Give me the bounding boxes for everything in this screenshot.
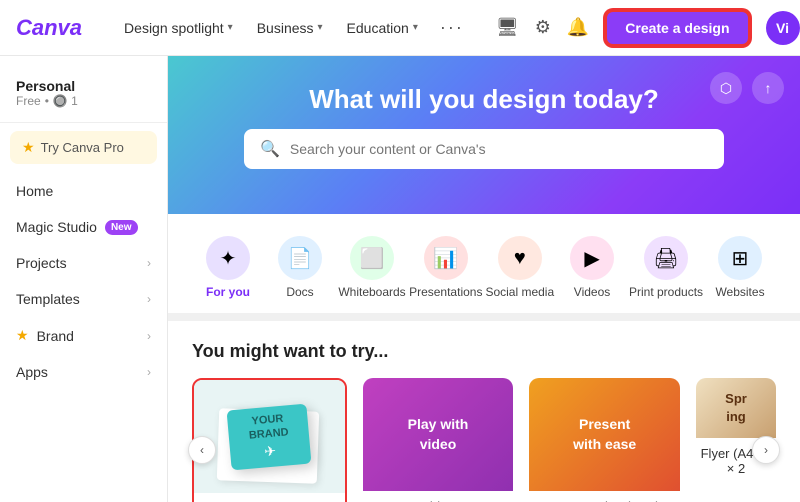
category-websites[interactable]: ⊞ Websites	[704, 230, 776, 305]
create-design-button[interactable]: Create a design	[605, 10, 749, 46]
category-docs[interactable]: 📄 Docs	[264, 230, 336, 305]
category-print-products[interactable]: 🖨 Print products	[628, 230, 704, 305]
hero-icons: ⬡ ↑	[710, 72, 784, 104]
nav-more-button[interactable]: ···	[432, 11, 472, 44]
frame-icon[interactable]: ⬡	[710, 72, 742, 104]
card-video[interactable]: Play withvideo Video	[363, 378, 514, 502]
docs-icon: 📄	[278, 236, 322, 280]
header-right: 🖥 ⚙ 🔔 Create a design Vi	[496, 10, 800, 46]
try-canva-pro-button[interactable]: ★ Try Canva Pro	[10, 131, 157, 164]
chevron-right-icon: ›	[147, 292, 151, 306]
videos-icon: ▶	[570, 236, 614, 280]
chevron-down-icon: ▾	[318, 22, 323, 33]
websites-icon: ⊞	[718, 236, 762, 280]
suggestion-cards: ‹ YOURBRAND ✈ Logo	[192, 378, 776, 502]
chevron-right-icon: ›	[147, 256, 151, 270]
sidebar-item-templates[interactable]: Templates ›	[0, 282, 167, 316]
hero-title: What will you design today?	[200, 84, 768, 115]
app-layout: Personal Free • 🔘 1 ★ Try Canva Pro Home…	[0, 56, 800, 502]
presentation-card-thumbnail: Presentwith ease	[529, 378, 680, 491]
category-presentations[interactable]: 📊 Presentations	[408, 230, 484, 305]
chevron-right-icon: ›	[147, 329, 151, 343]
card-logo[interactable]: YOURBRAND ✈ Logo	[192, 378, 347, 502]
header: Canva Design spotlight ▾ Business ▾ Educ…	[0, 0, 800, 56]
logo-card-thumbnail: YOURBRAND ✈	[194, 380, 345, 493]
search-icon: 🔍	[260, 139, 280, 159]
logo[interactable]: Canva	[16, 15, 82, 41]
sidebar-item-apps[interactable]: Apps ›	[0, 355, 167, 389]
search-input[interactable]	[290, 141, 708, 157]
main-nav: Design spotlight ▾ Business ▾ Education …	[114, 11, 472, 44]
chevron-down-icon: ▾	[413, 22, 418, 33]
sidebar: Personal Free • 🔘 1 ★ Try Canva Pro Home…	[0, 56, 168, 502]
category-social-media[interactable]: ♥ Social media	[484, 230, 557, 305]
chevron-right-icon: ›	[147, 365, 151, 379]
category-videos[interactable]: ▶ Videos	[556, 230, 628, 305]
suggestions-section: You might want to try... ‹ YOURBRAND ✈	[168, 321, 800, 502]
category-for-you[interactable]: ✦ For you	[192, 230, 264, 305]
for-you-icon: ✦	[206, 236, 250, 280]
main-content: ⬡ ↑ What will you design today? 🔍 ✦ For …	[168, 56, 800, 502]
sidebar-item-brand[interactable]: ★ Brand ›	[0, 318, 167, 353]
search-bar: 🔍	[244, 129, 724, 169]
flyer-card-thumbnail: Spring	[696, 378, 776, 438]
chevron-down-icon: ▾	[228, 22, 233, 33]
hero-banner: ⬡ ↑ What will you design today? 🔍	[168, 56, 800, 214]
star-icon: ★	[22, 139, 35, 156]
profile-name: Personal	[16, 78, 151, 94]
star-icon: ★	[16, 327, 29, 344]
sidebar-item-home[interactable]: Home	[0, 174, 167, 208]
nav-education[interactable]: Education ▾	[337, 14, 428, 42]
sidebar-item-projects[interactable]: Projects ›	[0, 246, 167, 280]
cards-prev-button[interactable]: ‹	[188, 436, 216, 464]
category-bar: ✦ For you 📄 Docs ⬜ Whiteboards 📊 Present…	[168, 214, 800, 313]
monitor-icon[interactable]: 🖥	[496, 17, 519, 38]
video-card-label: Video	[363, 491, 514, 502]
category-whiteboards[interactable]: ⬜ Whiteboards	[336, 230, 408, 305]
logo-card-label: Logo	[194, 493, 345, 502]
avatar[interactable]: Vi	[766, 11, 800, 45]
print-products-icon: 🖨	[644, 236, 688, 280]
profile-sub: Free • 🔘 1	[16, 94, 151, 108]
presentations-icon: 📊	[424, 236, 468, 280]
nav-design-spotlight[interactable]: Design spotlight ▾	[114, 14, 243, 42]
cards-next-button[interactable]: ›	[752, 436, 780, 464]
upload-icon[interactable]: ↑	[752, 72, 784, 104]
nav-business[interactable]: Business ▾	[247, 14, 333, 42]
sidebar-item-magic-studio[interactable]: Magic Studio New	[0, 210, 167, 244]
bell-icon[interactable]: 🔔	[567, 17, 589, 38]
new-badge: New	[105, 220, 138, 235]
whiteboards-icon: ⬜	[350, 236, 394, 280]
sidebar-profile: Personal Free • 🔘 1	[0, 68, 167, 123]
presentation-card-label: Presentation (16:9)	[529, 491, 680, 502]
settings-icon[interactable]: ⚙	[535, 17, 551, 38]
section-title: You might want to try...	[192, 341, 776, 362]
card-presentation[interactable]: Presentwith ease Presentation (16:9)	[529, 378, 680, 502]
social-media-icon: ♥	[498, 236, 542, 280]
video-card-thumbnail: Play withvideo	[363, 378, 514, 491]
